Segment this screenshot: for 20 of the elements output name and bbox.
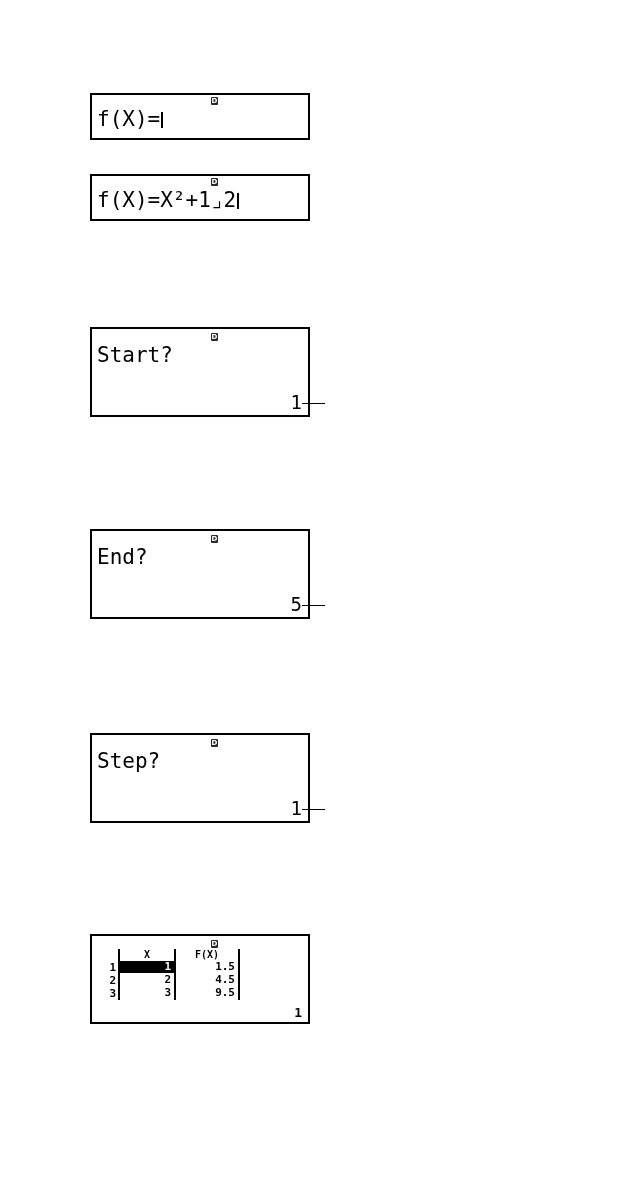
table-cell: 1	[120, 961, 174, 973]
table-cell-text: 9.5	[214, 987, 236, 999]
table-cell-text: 3	[163, 987, 172, 999]
value-readout: 1	[294, 1006, 302, 1019]
column-header: X	[143, 949, 151, 961]
prompt-text: Start?	[97, 345, 173, 366]
table-cell-text: 4.5	[214, 974, 236, 986]
input-value: 1	[290, 393, 302, 412]
row-number: 1	[108, 961, 117, 974]
input-value: 5	[290, 595, 302, 614]
row-number: 2	[108, 974, 117, 987]
row-number: 3	[108, 987, 117, 1000]
table-cell-text: 1.5	[214, 961, 236, 973]
prompt-text: Step?	[97, 751, 161, 772]
expression-text: f(X)=	[97, 109, 161, 130]
table-cell-text: 2	[163, 974, 172, 986]
column-header: F(X)	[193, 949, 221, 961]
prompt-text: End?	[97, 547, 148, 568]
expression-text: f(X)=X²+1⌟2	[97, 190, 237, 211]
input-value: 1	[290, 799, 302, 818]
